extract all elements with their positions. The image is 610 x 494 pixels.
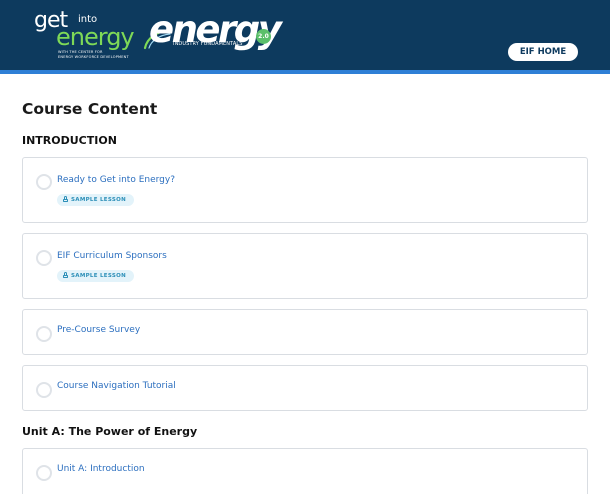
lesson-title-link[interactable]: Pre-Course Survey xyxy=(57,325,140,335)
get-into-energy-logo[interactable]: get into energy WITH THE CENTER FOR ENER… xyxy=(32,10,135,60)
lesson-title-link[interactable]: EIF Curriculum Sponsors xyxy=(57,251,167,261)
eif-home-button[interactable]: EIF HOME xyxy=(508,43,578,61)
sample-lesson-label: SAMPLE LESSON xyxy=(71,197,127,203)
lesson-item[interactable]: Ready to Get into Energy? SAMPLE LESSON xyxy=(22,157,588,223)
lesson-title-link[interactable]: Ready to Get into Energy? xyxy=(57,175,175,185)
lesson-item[interactable]: Course Navigation Tutorial xyxy=(22,365,588,411)
logo-subtitle: INDUSTRY FUNDAMENTALS xyxy=(173,41,243,47)
lesson-item[interactable]: Pre-Course Survey xyxy=(22,309,588,355)
lock-icon xyxy=(63,196,68,202)
section-heading-introduction: INTRODUCTION xyxy=(22,134,117,147)
section-heading-unit-a: Unit A: The Power of Energy xyxy=(22,425,198,438)
site-header: get into energy WITH THE CENTER FOR ENER… xyxy=(0,0,610,70)
page-title: Course Content xyxy=(22,100,158,118)
version-badge: 2.0 xyxy=(256,29,271,44)
sample-lesson-label: SAMPLE LESSON xyxy=(71,273,127,279)
lesson-status-circle-icon xyxy=(36,326,52,342)
lesson-title-link[interactable]: Unit A: Introduction xyxy=(57,464,145,474)
logo-tagline-line1: WITH THE CENTER FOR xyxy=(58,50,103,54)
logo-tagline-line2: ENERGY WORKFORCE DEVELOPMENT xyxy=(58,55,129,59)
lesson-item[interactable]: EIF Curriculum Sponsors SAMPLE LESSON xyxy=(22,233,588,299)
sample-lesson-badge: SAMPLE LESSON xyxy=(57,270,135,282)
energy-industry-fundamentals-logo[interactable]: energy INDUSTRY FUNDAMENTALS 2.0 xyxy=(143,10,282,60)
lesson-status-circle-icon xyxy=(36,174,52,190)
sample-lesson-badge: SAMPLE LESSON xyxy=(57,194,135,206)
lesson-status-circle-icon xyxy=(36,250,52,266)
lock-icon xyxy=(63,272,68,278)
lesson-item[interactable]: Unit A: Introduction xyxy=(22,448,588,494)
logo-energy-text: energy xyxy=(56,23,135,51)
lesson-title-link[interactable]: Course Navigation Tutorial xyxy=(57,381,176,391)
lesson-status-circle-icon xyxy=(36,382,52,398)
lesson-status-circle-icon xyxy=(36,465,52,481)
header-accent-stripe xyxy=(0,70,610,74)
